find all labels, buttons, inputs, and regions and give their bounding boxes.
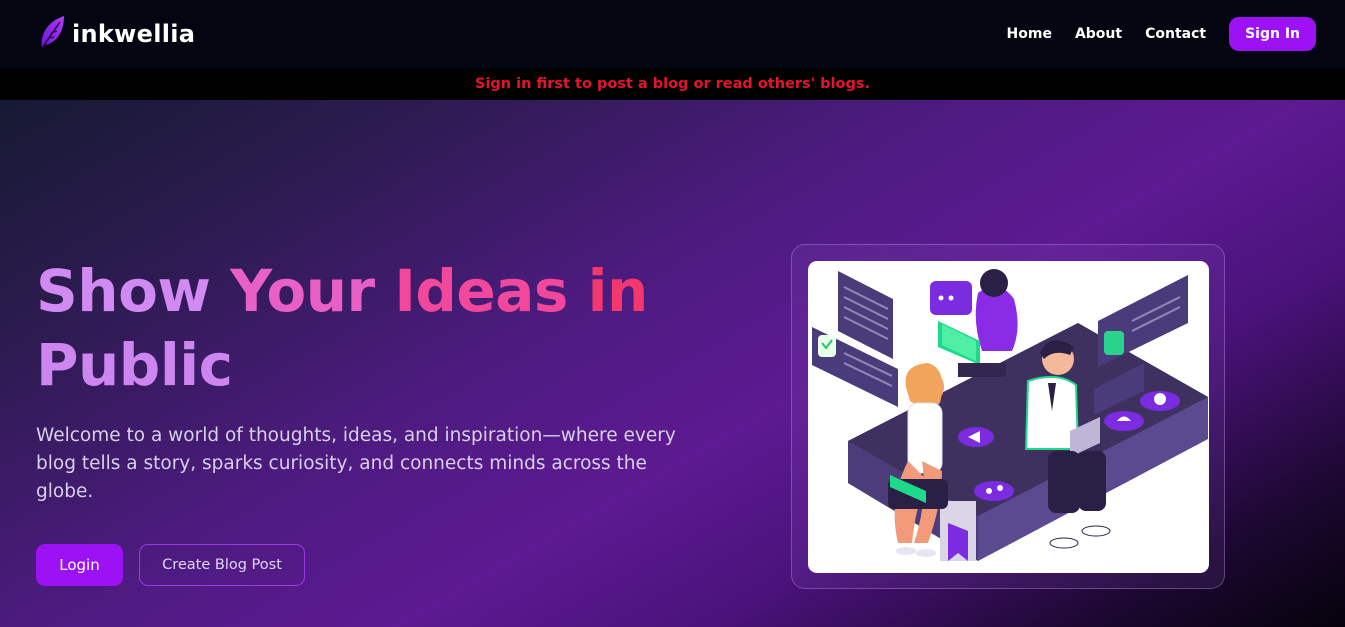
hero-section: Show Your Ideas in Public Welcome to a w… <box>0 100 1345 627</box>
hero-title-word: Ideas <box>394 257 568 325</box>
leaf-icon <box>38 14 66 54</box>
hero-title-word: Your <box>230 257 375 325</box>
hero-title-word: in <box>587 257 649 325</box>
nav-contact-link[interactable]: Contact <box>1145 26 1206 42</box>
nav-links: Home About Contact Sign In <box>1007 17 1316 51</box>
illustration-frame <box>791 244 1225 589</box>
sign-in-button[interactable]: Sign In <box>1229 17 1316 51</box>
hero-title: Show Your Ideas in Public <box>36 254 716 402</box>
hero-actions: Login Create Blog Post <box>36 544 305 586</box>
create-blog-post-button[interactable]: Create Blog Post <box>139 544 305 586</box>
hero-title-word: Show <box>36 257 211 325</box>
hero-title-word: Public <box>36 331 233 399</box>
illustration-card <box>808 261 1209 573</box>
login-button[interactable]: Login <box>36 544 123 586</box>
people-blogging-illustration <box>812 269 1208 561</box>
alert-bar: Sign in first to post a blog or read oth… <box>0 68 1345 100</box>
brand-name: inkwellia <box>72 20 196 48</box>
nav-home-link[interactable]: Home <box>1007 26 1052 42</box>
nav-about-link[interactable]: About <box>1075 26 1122 42</box>
alert-text: Sign in first to post a blog or read oth… <box>475 76 870 92</box>
hero-description: Welcome to a world of thoughts, ideas, a… <box>36 425 676 502</box>
brand-logo[interactable]: inkwellia <box>38 14 195 54</box>
navbar: inkwellia Home About Contact Sign In <box>0 0 1345 68</box>
